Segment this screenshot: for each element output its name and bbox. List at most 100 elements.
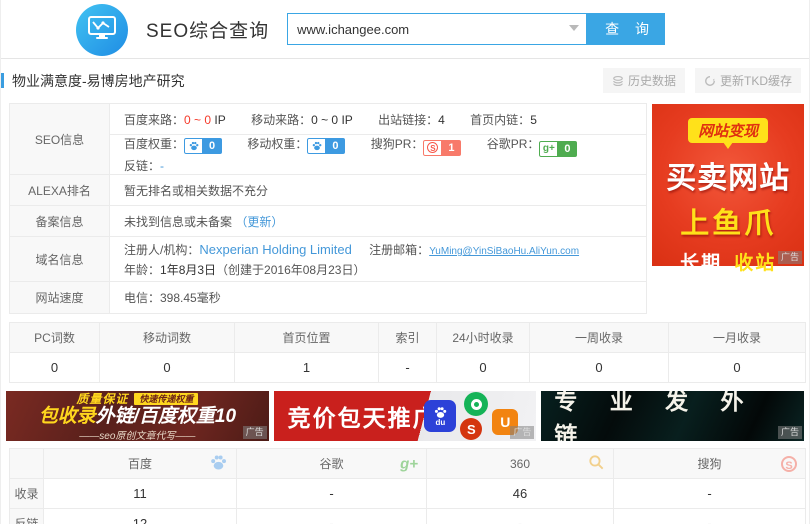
row-label-seo: SEO信息 [10, 104, 110, 175]
col-index: 索引 [379, 323, 437, 353]
page-title: 物业满意度-易博房地产研究 [12, 71, 593, 91]
sogou-s-icon: S [781, 456, 797, 472]
title-bar: 物业满意度-易博房地产研究 历史数据 更新TKD缓存 [1, 59, 809, 101]
top-header: SEO综合查询 查 询 [1, 0, 809, 59]
search-area: 查 询 [287, 13, 665, 45]
table-row: 网站速度 电信：398.45毫秒 [10, 282, 647, 314]
ad-label: 广告 [778, 426, 802, 439]
row-label-speed: 网站速度 [10, 282, 110, 314]
layers-icon [612, 75, 624, 87]
google-plus-icon: g+ [400, 455, 418, 472]
table-row: ALEXA排名 暂无排名或相关数据不充分 [10, 175, 647, 206]
whois-email-link[interactable]: YuMing@YinSiBaoHu.AliYun.com [429, 246, 579, 257]
row-label-beian: 备案信息 [10, 206, 110, 237]
collect-month-value: 0 [669, 353, 806, 383]
chevron-down-icon[interactable] [569, 25, 579, 31]
google-plus-icon: g+ [539, 141, 557, 157]
history-data-button[interactable]: 历史数据 [603, 68, 685, 93]
ad-main-text: 包收录外链/百度权重10 [39, 407, 236, 427]
row-label-alexa: ALEXA排名 [10, 175, 110, 206]
seo-weight-cell: 百度权重：0 移动权重：0 搜狗PR：S1 谷歌PR：g+0 反链：- [110, 135, 647, 175]
col-baidu: 百度 [44, 449, 237, 479]
sogou-collect-value: - [614, 479, 806, 509]
ad-banner-outlinks[interactable]: 专 业 发 外 链 广告 [541, 391, 804, 441]
table-row: SEO信息 百度来路：0 ~ 0 IP 移动来路：0 ~ 0 IP 出站链接：4… [10, 104, 647, 135]
table-header-row: 百度 谷歌g+ 360 搜狗S [10, 449, 806, 479]
col-mobile-words: 移动词数 [100, 323, 235, 353]
rank-stats-table: PC词数 移动词数 首页位置 索引 24小时收录 一周收录 一月收录 0 0 1… [9, 322, 806, 383]
speed-value: 电信：398.45毫秒 [110, 282, 647, 314]
monitor-chart-icon [87, 14, 117, 47]
col-360: 360 [427, 449, 614, 479]
search-box [287, 13, 587, 45]
sogou-s-icon: S [423, 140, 441, 156]
360-collect-value: 46 [427, 479, 614, 509]
col-24h-collect: 24小时收录 [437, 323, 530, 353]
row-label-backlink: 反链 [10, 509, 44, 524]
table-row: 备案信息 未找到信息或未备案 （更新） [10, 206, 647, 237]
sidebar-ad-banner[interactable]: 网站变现 买卖网站 上鱼爪 长期收站 广告 [652, 104, 804, 266]
baidu-paw-icon [209, 454, 228, 474]
beian-value: 未找到信息或未备案 [124, 215, 232, 229]
col-sogou: 搜狗S [614, 449, 806, 479]
seo-traffic-cell: 百度来路：0 ~ 0 IP 移动来路：0 ~ 0 IP 出站链接：4 首页内链：… [110, 104, 647, 135]
ad-label: 广告 [510, 426, 534, 439]
col-pc-words: PC词数 [10, 323, 100, 353]
domain-created-value: （创建于2016年08月23日） [216, 263, 365, 277]
mobile-words-value: 0 [100, 353, 235, 383]
mobile-weight-badge[interactable]: 0 [307, 138, 345, 154]
baidu-collect-value: 11 [44, 479, 237, 509]
baidu-app-icon: du [424, 400, 456, 432]
app-logo [76, 4, 128, 56]
paw-icon [184, 138, 202, 154]
baidu-weight-badge[interactable]: 0 [184, 138, 222, 154]
domain-cell: 注册人/机构：Nexperian Holding Limited 注册邮箱：Yu… [110, 237, 647, 282]
ad-label: 广告 [778, 251, 802, 264]
home-position-value: 1 [235, 353, 379, 383]
magnifier-icon [588, 454, 605, 474]
table-row: 收录 11 - 46 - [10, 479, 806, 509]
google-pr-badge[interactable]: g+0 [539, 141, 577, 157]
ad-line3: 长期收站 [680, 248, 776, 275]
baidu-backlink-value: 12 [44, 509, 237, 524]
beian-cell: 未找到信息或未备案 （更新） [110, 206, 647, 237]
beian-update-link[interactable]: （更新） [235, 215, 283, 229]
backlink-value: - [160, 159, 164, 173]
query-button[interactable]: 查 询 [587, 13, 665, 45]
table-row: 0 0 1 - 0 0 0 [10, 353, 806, 383]
ad-banner-backlinks[interactable]: 质量保证 快速传递权重 包收录外链/百度权重10 ——seo原创文章代写—— 广… [6, 391, 269, 441]
registrant-link[interactable]: Nexperian Holding Limited [199, 242, 351, 257]
row-label-collect: 收录 [10, 479, 44, 509]
baidu-traffic-value: 0 ~ 0 [184, 113, 211, 127]
ad-label: 广告 [243, 426, 267, 439]
ad-main-text: 竞价包天推广 [288, 399, 438, 433]
table-row: 域名信息 注册人/机构：Nexperian Holding Limited 注册… [10, 237, 647, 282]
homelink-value: 5 [530, 113, 537, 127]
ad-line1: 买卖网站 [666, 153, 790, 197]
table-header-row: PC词数 移动词数 首页位置 索引 24小时收录 一周收录 一月收录 [10, 323, 806, 353]
360-backlink-value: - [427, 509, 614, 524]
ad-banner-bidding[interactable]: 竞价包天推广 du S U 广告 [274, 391, 537, 441]
index-value: - [379, 353, 437, 383]
info-section: SEO信息 百度来路：0 ~ 0 IP 移动来路：0 ~ 0 IP 出站链接：4… [1, 101, 809, 314]
paw-icon [307, 138, 325, 154]
refresh-icon [704, 75, 716, 87]
360-app-icon [464, 392, 488, 416]
sogou-backlink-value: - [614, 509, 806, 524]
domain-age-value: 1年8月3日 [160, 263, 216, 277]
title-marker [1, 73, 4, 88]
app-title: SEO综合查询 [146, 16, 269, 43]
mobile-traffic-value: 0 ~ 0 [311, 113, 338, 127]
google-collect-value: - [237, 479, 427, 509]
corner-cell [10, 449, 44, 479]
ad-line2: 上鱼爪 [680, 200, 776, 242]
col-week-collect: 一周收录 [530, 323, 669, 353]
sogou-pr-badge[interactable]: S1 [423, 140, 461, 156]
refresh-tkd-button[interactable]: 更新TKD缓存 [695, 68, 801, 93]
row-label-domain: 域名信息 [10, 237, 110, 282]
ad-speed-tag: 快速传递权重 [134, 393, 198, 405]
url-input[interactable] [288, 14, 586, 44]
google-backlink-value: - [237, 509, 427, 524]
sogou-app-icon: S [460, 418, 482, 440]
engine-collect-table: 百度 谷歌g+ 360 搜狗S 收录 11 - 46 - 反链 12 - - - [9, 448, 806, 524]
